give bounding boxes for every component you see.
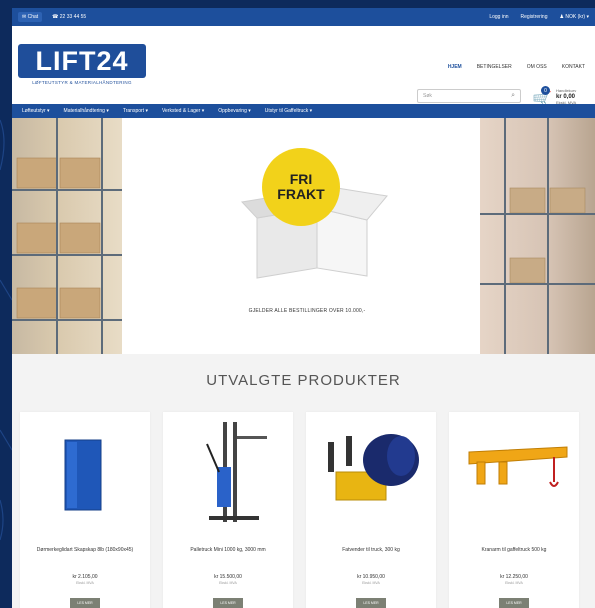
product-card[interactable]: Kranarm til gaffeltruck 500 kg kr 12.250… <box>449 412 579 608</box>
main-nav: HJEM BETINGELSER OM OSS KONTAKT <box>448 64 585 70</box>
register-link[interactable]: Registrering <box>521 14 548 20</box>
product-grid: Dørmerkeglidart Skapskap 8lb (180x90x45)… <box>20 412 579 608</box>
product-image-crane-arm[interactable] <box>449 412 579 537</box>
nav-terms[interactable]: BETINGELSER <box>477 64 512 70</box>
phone-icon: ☎ <box>52 14 59 20</box>
logo-tagline: LØFTEUTSTYR & MATERIALHÅNDTERING <box>32 80 132 85</box>
warehouse-image-left <box>12 118 122 354</box>
chat-label: Chat <box>27 14 39 20</box>
currency-label: NOK (kr) <box>565 14 586 20</box>
product-price: kr 12.250,00 <box>500 574 528 580</box>
search-placeholder: Søk <box>423 93 432 99</box>
product-name[interactable]: Palletruck Mini 1000 kg, 3000 mm <box>171 547 285 554</box>
category-transport[interactable]: Transport ▾ <box>123 108 148 114</box>
featured-title: UTVALGTE PRODUKTER <box>206 372 401 389</box>
read-more-button[interactable]: LES MER <box>213 598 243 608</box>
search-icon[interactable]: ⌕ <box>511 92 515 100</box>
login-link[interactable]: Logg inn <box>489 14 508 20</box>
featured-products: UTVALGTE PRODUKTER Dørmerkeglidart Skaps… <box>12 354 595 608</box>
cart-count-badge: 0 <box>541 86 550 95</box>
nav-contact[interactable]: KONTAKT <box>562 64 585 70</box>
product-card[interactable]: Palletruck Mini 1000 kg, 3000 mm kr 15.5… <box>163 412 293 608</box>
product-vat: Ekskl. MVA <box>76 581 94 585</box>
currency-selector[interactable]: ♟ NOK (kr) ▾ <box>559 14 589 20</box>
free-shipping-badge: FRI FRAKT <box>262 148 340 226</box>
product-price: kr 2.105,00 <box>72 574 98 580</box>
badge-line-1: FRI <box>289 171 313 187</box>
site-logo[interactable]: LIFT24 LØFTEUTSTYR & MATERIALHÅNDTERING <box>18 44 146 88</box>
nav-about[interactable]: OM OSS <box>527 64 547 70</box>
category-material-handling[interactable]: Materialhåndtering ▾ <box>64 108 109 114</box>
read-more-button[interactable]: LES MER <box>499 598 529 608</box>
category-storage[interactable]: Oppbevaring ▾ <box>218 108 251 114</box>
category-nav: Løfteutstyr ▾ Materialhåndtering ▾ Trans… <box>12 104 595 118</box>
read-more-button[interactable]: LES MER <box>356 598 386 608</box>
category-lifting[interactable]: Løfteutstyr ▾ <box>22 108 50 114</box>
product-name[interactable]: Kranarm til gaffeltruck 500 kg <box>457 547 571 554</box>
chat-button[interactable]: ✉ Chat <box>18 12 43 22</box>
search-input[interactable]: Søk ⌕ <box>417 89 521 103</box>
hero-banner[interactable]: FRI FRAKT GJELDER ALLE BESTILLINGER OVER… <box>12 118 595 354</box>
read-more-button[interactable]: LES MER <box>70 598 100 608</box>
product-vat: Ekskl. MVA <box>362 581 380 585</box>
chat-icon: ✉ <box>22 14 27 20</box>
top-bar: ✉ Chat ☎ 22 33 44 55 Logg inn Registreri… <box>12 8 595 26</box>
chevron-down-icon: ▾ <box>586 14 589 20</box>
phone-link[interactable]: ☎ 22 33 44 55 <box>52 14 86 20</box>
warehouse-image-right <box>480 118 595 354</box>
product-name[interactable]: Fatvender til truck, 300 kg <box>314 547 428 554</box>
product-card[interactable]: Dørmerkeglidart Skapskap 8lb (180x90x45)… <box>20 412 150 608</box>
product-image-stacker[interactable] <box>163 412 293 537</box>
product-image-drum-rotator[interactable] <box>306 412 436 537</box>
badge-line-2: FRAKT <box>277 186 325 202</box>
product-card[interactable]: Fatvender til truck, 300 kg kr 10.950,00… <box>306 412 436 608</box>
user-icon: ♟ <box>559 14 564 20</box>
product-vat: Ekskl. MVA <box>505 581 523 585</box>
product-image-cabinet[interactable] <box>20 412 150 537</box>
phone-number: 22 33 44 55 <box>59 14 87 20</box>
logo-wordmark: LIFT24 <box>18 44 146 78</box>
product-vat: Ekskl. MVA <box>219 581 237 585</box>
banner-caption: GJELDER ALLE BESTILLINGER OVER 10.000,- <box>248 308 366 314</box>
category-workshop[interactable]: Verksted & Lager ▾ <box>162 108 204 114</box>
product-name[interactable]: Dørmerkeglidart Skapskap 8lb (180x90x45) <box>28 547 142 554</box>
product-price: kr 10.950,00 <box>357 574 385 580</box>
category-forklift-equipment[interactable]: Utstyr til Gaffeltruck ▾ <box>265 108 312 114</box>
site-header: LIFT24 LØFTEUTSTYR & MATERIALHÅNDTERING … <box>12 26 595 109</box>
nav-home[interactable]: HJEM <box>448 64 462 70</box>
product-price: kr 15.500,00 <box>214 574 242 580</box>
browser-page: ✉ Chat ☎ 22 33 44 55 Logg inn Registreri… <box>12 8 595 608</box>
